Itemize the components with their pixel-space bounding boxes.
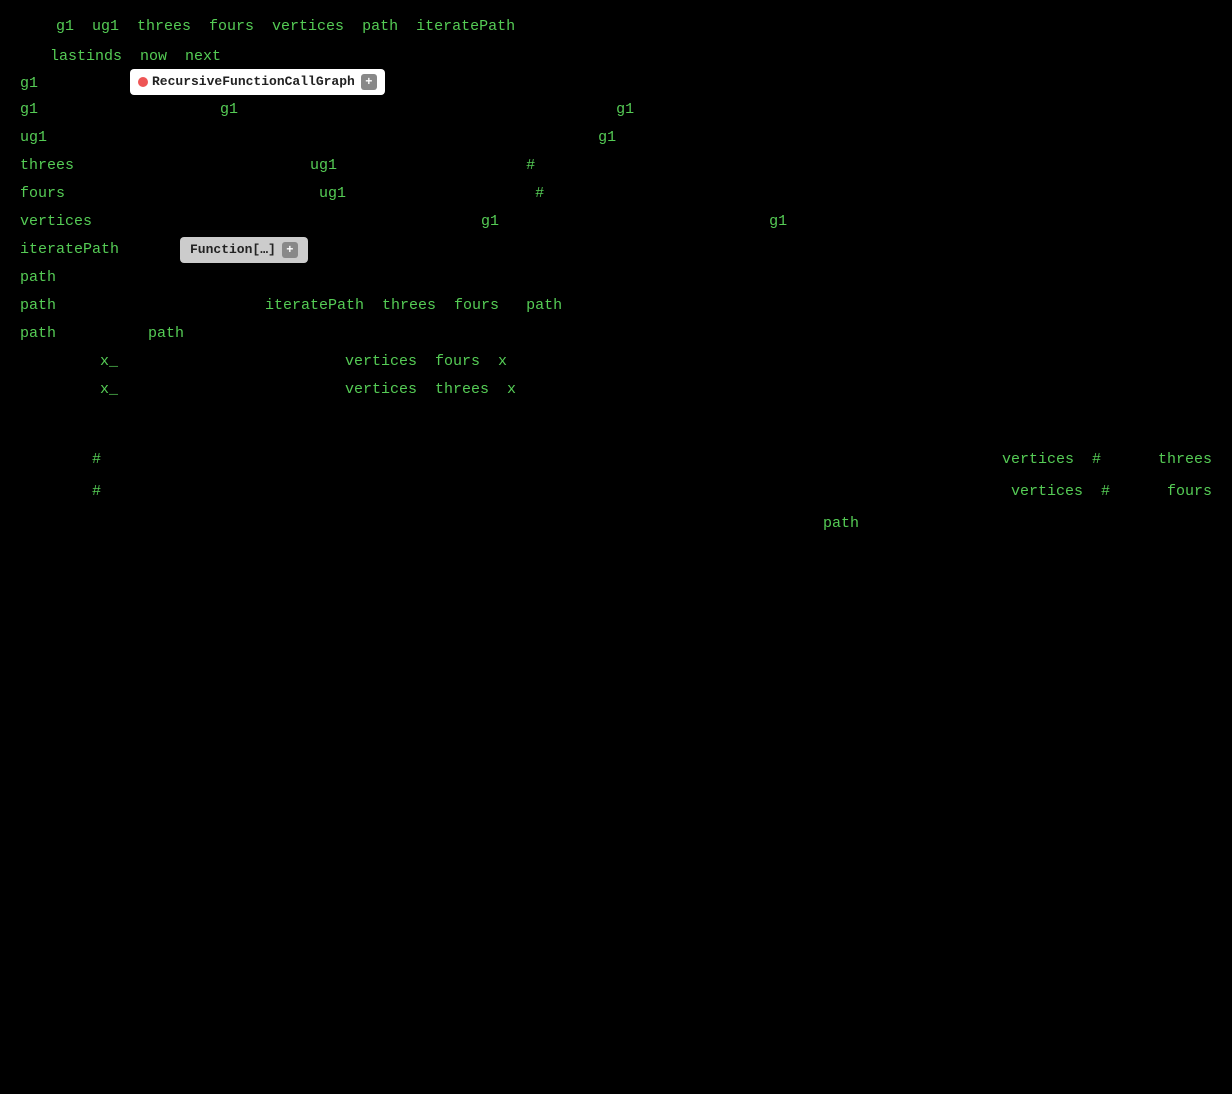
row-x-threes: x_ vertices threes x [20, 377, 1212, 405]
row-path-empty: path [20, 265, 1212, 293]
label-threes: threes [20, 153, 130, 179]
header-indent [20, 14, 56, 40]
bottom-section: # vertices # threes # [20, 445, 1212, 541]
row-ug1: ug1 g1 [20, 125, 1212, 153]
bottom-mid-1 [200, 445, 1002, 475]
row-iteratepath: iteratePath Function[…] + [20, 237, 1212, 265]
threes-content: ug1 # [130, 153, 1212, 179]
header-row-1: g1 ug1 threes fours vertices path iterat… [20, 10, 1212, 40]
label-path-3: path [20, 321, 130, 347]
ug1-content: g1 [130, 125, 1212, 151]
x-threes-content: vertices threes x [210, 377, 1212, 403]
x-fours-content: vertices fours x [210, 349, 1212, 375]
label-path-2: path [20, 293, 130, 319]
row-threes: threes ug1 # [20, 153, 1212, 181]
function-badge-text: Function[…] [190, 239, 276, 261]
label-ug1: ug1 [20, 125, 130, 151]
label-x-fours: x_ [100, 349, 210, 375]
label-g1-badge: g1 [20, 71, 130, 97]
header-vars: g1 ug1 threes fours vertices path iterat… [56, 14, 515, 40]
label-path-1: path [20, 265, 130, 291]
row-g1-content: g1 g1 g1 [20, 97, 1212, 125]
bottom-threes: threes [1132, 445, 1212, 475]
row-vertices: vertices g1 g1 [20, 209, 1212, 237]
row-x-fours: x_ vertices fours x [20, 349, 1212, 377]
label-iteratepath: iteratePath [20, 237, 180, 263]
row-path-content: path iteratePath threes fours path [20, 293, 1212, 321]
vertices-content: g1 g1 [130, 209, 1212, 235]
label-fours: fours [20, 181, 130, 207]
bottom-mid-2 [200, 477, 1002, 507]
path-iterated-content: iteratePath threes fours path [130, 293, 1212, 319]
bottom-vertices-1: vertices # [1002, 445, 1132, 475]
row-path-path: path path [20, 321, 1212, 349]
rfcg-badge[interactable]: RecursiveFunctionCallGraph + [130, 69, 385, 95]
bottom-path-row: path [20, 509, 1212, 541]
path-path-content: path [130, 321, 1212, 347]
bottom-path-label: path [823, 515, 859, 532]
bottom-hash-1: # [20, 445, 200, 475]
function-plus-button[interactable]: + [282, 242, 298, 258]
row-fours: fours ug1 # [20, 181, 1212, 209]
red-dot-icon [138, 77, 148, 87]
label-g1-content: g1 [20, 97, 130, 123]
g1-content: g1 g1 [130, 97, 1212, 123]
bottom-vertices-2: vertices # [1002, 477, 1132, 507]
row-g1-badge: g1 RecursiveFunctionCallGraph + [20, 69, 1212, 97]
bottom-hash-2: # [20, 477, 200, 507]
bottom-row-threes: # vertices # threes [20, 445, 1212, 477]
bottom-fours: fours [1132, 477, 1212, 507]
bottom-row-fours: # vertices # fours [20, 477, 1212, 509]
label-vertices: vertices [20, 209, 130, 235]
rfcg-plus-button[interactable]: + [361, 74, 377, 90]
header-indent2 [20, 44, 50, 70]
rfcg-badge-text: RecursiveFunctionCallGraph [152, 71, 355, 93]
fours-content: ug1 # [130, 181, 1212, 207]
label-x-threes: x_ [100, 377, 210, 403]
header-row-2: lastinds now next [20, 40, 1212, 70]
function-badge[interactable]: Function[…] + [180, 237, 308, 263]
header-row2: lastinds now next [50, 44, 221, 70]
